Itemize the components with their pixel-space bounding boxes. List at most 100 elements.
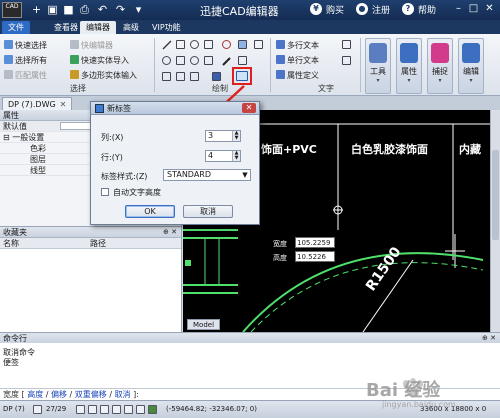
tab-editor[interactable]: 编辑器 (80, 21, 116, 34)
redo-icon[interactable]: ↷ (114, 3, 127, 16)
attr-def-button[interactable]: 属性定义 (276, 70, 319, 81)
stepper-arrows-icon[interactable]: ▲ ▼ (232, 131, 240, 141)
minimize-icon[interactable]: – (452, 2, 465, 16)
ok-button[interactable]: OK (125, 205, 175, 218)
text-group-label: 文字 (318, 84, 334, 93)
polygon-entity-icon (70, 70, 79, 79)
point-tool-icon[interactable] (162, 72, 171, 81)
select-all-button[interactable]: 选择所有 (4, 55, 47, 66)
dialog-title-bar[interactable]: 新标签 ✕ (91, 102, 259, 115)
document-tab[interactable]: DP (7).DWG ✕ (2, 97, 73, 110)
maximize-icon[interactable]: □ (467, 2, 480, 16)
register-link[interactable]: 注册 (372, 3, 390, 16)
grid-icon[interactable] (100, 405, 109, 414)
option-offset[interactable]: 偏移 (51, 390, 67, 399)
match-props-icon (4, 70, 13, 79)
option-height[interactable]: 高度 (27, 390, 43, 399)
register-icon[interactable]: ● (356, 3, 368, 15)
polyline-tool-icon[interactable] (204, 40, 213, 49)
help-icon[interactable]: ? (402, 3, 414, 15)
rows-label: 行:(Y) (101, 153, 123, 162)
polar-icon[interactable] (136, 405, 145, 414)
table-tool-icon[interactable] (236, 71, 248, 81)
chevron-down-icon[interactable]: ▼ (240, 170, 250, 180)
command-history-line: 便签 (3, 358, 19, 367)
select-group-label: 选择 (70, 84, 86, 93)
block-tool-icon[interactable] (176, 72, 185, 81)
dialog-close-icon[interactable]: ✕ (242, 103, 256, 113)
text-style-icon[interactable] (342, 40, 351, 49)
text-frame-tool-icon[interactable] (238, 56, 247, 65)
collapse-icon[interactable]: ⊟ (3, 133, 12, 142)
help-link[interactable]: 帮助 (418, 3, 436, 16)
tab-advanced[interactable]: 高级 (117, 21, 145, 34)
column-name[interactable]: 名称 (3, 238, 19, 249)
dim-height-input[interactable]: 10.5226 (295, 251, 335, 262)
match-props-button[interactable]: 匹配属性 (4, 70, 47, 81)
column-path[interactable]: 路径 (90, 238, 106, 249)
open-folder-icon[interactable]: ▣ (46, 3, 59, 16)
image-tool-icon[interactable] (190, 72, 199, 81)
multiline-text-button[interactable]: 多行文本 (276, 40, 319, 51)
text-edit-icon[interactable] (342, 56, 351, 65)
arc-tool-icon[interactable] (222, 40, 231, 49)
edit-button[interactable]: 编辑 ▾ (458, 38, 484, 94)
ortho-icon[interactable] (124, 405, 133, 414)
prev-page-icon[interactable] (76, 405, 85, 414)
new-file-icon[interactable]: + (30, 3, 43, 16)
vertical-scrollbar[interactable] (490, 110, 500, 332)
fill-tool-icon[interactable] (212, 72, 221, 81)
close-tab-icon[interactable]: ✕ (60, 100, 67, 109)
spline-tool-icon[interactable] (176, 56, 185, 65)
dim-height-label: 高度 (273, 254, 287, 262)
quick-entity-import-button[interactable]: 快速实体导入 (70, 55, 129, 66)
app-logo-icon[interactable]: CAD (2, 2, 22, 18)
tab-viewer[interactable]: 查看器 (48, 21, 84, 34)
ellipse-tool-icon[interactable] (162, 56, 171, 65)
single-text-button[interactable]: 单行文本 (276, 55, 319, 66)
cancel-button[interactable]: 取消 (183, 205, 233, 218)
lock-icon[interactable] (148, 405, 157, 414)
rows-stepper[interactable]: 4 ▲ ▼ (205, 150, 241, 162)
rectangle-tool-icon[interactable] (176, 40, 185, 49)
scrollbar-thumb[interactable] (492, 150, 499, 240)
buy-icon[interactable]: ¥ (310, 3, 322, 15)
print-icon[interactable]: ⎙ (78, 3, 91, 16)
save-icon[interactable]: ■ (62, 3, 75, 16)
quick-select-button[interactable]: 快速选择 (4, 40, 47, 51)
option-cancel[interactable]: 取消 (115, 390, 131, 399)
pen-tool-icon[interactable] (222, 56, 231, 66)
status-nav-icon[interactable] (33, 405, 42, 414)
line-tool-icon[interactable] (162, 40, 172, 50)
properties-button[interactable]: 属性 ▾ (396, 38, 422, 94)
buy-link[interactable]: 购买 (326, 3, 344, 16)
stepper-arrows-icon[interactable]: ▲ ▼ (232, 151, 240, 161)
tab-vip[interactable]: VIP功能 (146, 21, 187, 34)
undo-icon[interactable]: ↶ (96, 3, 109, 16)
model-tab[interactable]: Model (187, 319, 221, 330)
quick-block-button[interactable]: 快编辑器 (70, 40, 113, 51)
auto-text-height-checkbox[interactable] (101, 188, 109, 196)
next-page-icon[interactable] (88, 405, 97, 414)
table-style-select[interactable]: STANDARD ▼ (163, 169, 251, 181)
option-double-offset[interactable]: 双重偏移 (75, 390, 107, 399)
tab-file[interactable]: 文件 (2, 21, 30, 34)
dropdown-icon[interactable]: ▾ (132, 3, 145, 16)
close-icon[interactable]: ✕ (483, 2, 496, 16)
donut-tool-icon[interactable] (190, 56, 199, 65)
region-tool-icon[interactable] (204, 56, 213, 65)
status-coordinates: (-59464.82; -32346.07; 0) (166, 405, 257, 413)
snap-icon[interactable] (112, 405, 121, 414)
circle-tool-icon[interactable] (190, 40, 199, 49)
select-all-icon (4, 55, 13, 64)
dim-width-input[interactable]: 105.2259 (295, 237, 335, 248)
tools-button[interactable]: 工具 ▾ (365, 38, 391, 94)
snap-button[interactable]: 捕捉 ▾ (427, 38, 453, 94)
hatch-tool-icon[interactable] (254, 40, 263, 49)
polygon-entity-input-button[interactable]: 多边形实体输入 (70, 70, 137, 81)
dialog-title: 新标签 (107, 104, 131, 113)
dimension-tool-icon[interactable] (238, 40, 247, 49)
pin-icon[interactable]: ⊕ ✕ (163, 227, 177, 238)
attr-def-icon (276, 70, 285, 79)
columns-stepper[interactable]: 3 ▲ ▼ (205, 130, 241, 142)
